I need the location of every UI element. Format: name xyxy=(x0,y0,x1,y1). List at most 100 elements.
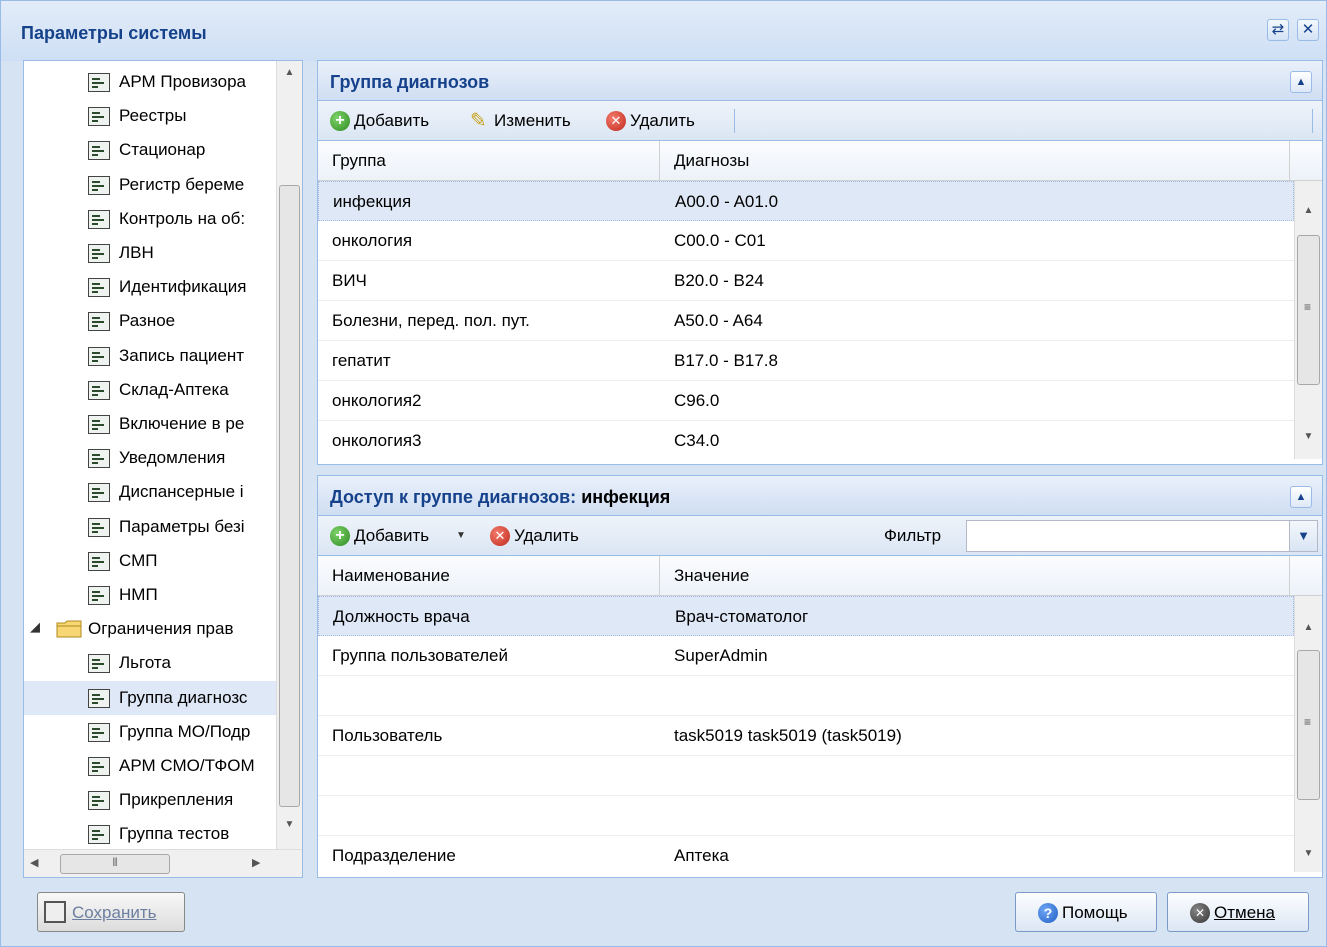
table-cell-name: Пользователь xyxy=(332,726,443,745)
tree-item[interactable]: Идентификация xyxy=(24,270,276,304)
settings-page-icon xyxy=(88,278,110,298)
table-row[interactable]: Болезни, перед. пол. пут. A50.0 - A64 xyxy=(318,301,1294,341)
table-row[interactable] xyxy=(318,676,1294,716)
settings-page-icon xyxy=(88,825,110,845)
delete-group-button[interactable]: ✕ Удалить xyxy=(606,109,726,133)
table-row[interactable]: Пользователь task5019 task5019 (task5019) xyxy=(318,716,1294,756)
access-grid-scrollbar[interactable]: ▲ ≡ ▼ xyxy=(1294,596,1322,872)
filter-combo[interactable]: ▼ xyxy=(966,520,1318,552)
tree-item-label: Регистр береме xyxy=(119,174,245,194)
tree-horizontal-scrollbar[interactable]: ◀ ⦀ ▶ xyxy=(24,849,302,877)
scroll-right-icon[interactable]: ▶ xyxy=(252,856,260,869)
tree-item-label: Группа МО/Подр xyxy=(119,721,251,741)
scroll-left-icon[interactable]: ◀ xyxy=(30,856,38,869)
refresh-icon[interactable]: ⇄ xyxy=(1267,19,1289,41)
tree-item[interactable]: Стационар xyxy=(24,133,276,167)
table-row[interactable]: гепатит B17.0 - B17.8 xyxy=(318,341,1294,381)
tree-item-label: Разное xyxy=(119,311,176,331)
table-row[interactable]: ВИЧ B20.0 - B24 xyxy=(318,261,1294,301)
cancel-button[interactable]: ✕ Отмена xyxy=(1167,892,1309,932)
diagnosis-group-panel-header: Группа диагнозов ▲ xyxy=(318,61,1322,101)
table-cell-name xyxy=(318,756,660,796)
cancel-icon: ✕ xyxy=(1190,903,1210,923)
settings-page-icon xyxy=(88,517,110,537)
tree-scroll-thumb[interactable] xyxy=(279,185,300,807)
add-access-button[interactable]: + Добавить ▼ xyxy=(330,524,472,548)
diagnosis-grid-scrollbar[interactable]: ▲ ≡ ▼ xyxy=(1294,181,1322,459)
access-grid-scroll-thumb[interactable]: ≡ xyxy=(1297,650,1320,800)
delete-icon: ✕ xyxy=(606,111,626,131)
table-row[interactable]: онкология3 C34.0 xyxy=(318,421,1294,459)
settings-page-icon xyxy=(88,757,110,776)
tree-vertical-scrollbar[interactable]: ▲ ▼ xyxy=(276,61,302,849)
table-cell-group: гепатит xyxy=(332,351,391,370)
tree-item[interactable]: Прикрепления xyxy=(24,783,276,817)
table-cell-name: Должность врача xyxy=(333,607,470,626)
table-row[interactable]: Группа пользователей SuperAdmin xyxy=(318,636,1294,676)
chevron-down-icon: ▼ xyxy=(456,530,466,541)
table-row[interactable]: Должность врача Врач-стоматолог xyxy=(318,596,1294,636)
tree-item[interactable]: Группа диагнозс xyxy=(24,680,276,715)
tree-item[interactable]: Разное xyxy=(24,304,276,338)
scroll-up-icon[interactable]: ▲ xyxy=(1295,205,1322,216)
scroll-down-icon[interactable]: ▼ xyxy=(1295,431,1322,442)
table-row[interactable]: онкология2 C96.0 xyxy=(318,381,1294,421)
tree-item-label: Льгота xyxy=(119,653,171,673)
tree-item[interactable]: Запись пациент xyxy=(24,339,276,373)
column-header-name[interactable]: Наименование xyxy=(318,556,660,596)
tree-item[interactable]: НМП xyxy=(24,578,276,612)
delete-group-label: Удалить xyxy=(630,111,695,130)
expand-arrow-icon[interactable]: ◢ xyxy=(30,619,40,635)
settings-page-icon xyxy=(88,244,110,263)
delete-access-button[interactable]: ✕ Удалить xyxy=(490,524,610,548)
tree-item[interactable]: Включение в ре xyxy=(24,407,276,441)
chevron-down-icon[interactable]: ▼ xyxy=(1289,521,1317,551)
close-icon[interactable]: ✕ xyxy=(1297,19,1319,41)
scroll-down-icon[interactable]: ▼ xyxy=(277,819,302,830)
tree-item[interactable]: Диспансерные і xyxy=(24,475,276,509)
tree-item[interactable]: Параметры безі xyxy=(24,510,276,544)
pencil-icon: ✎ xyxy=(470,110,487,132)
tree-item[interactable]: Контроль на об: xyxy=(24,202,276,236)
table-row[interactable]: инфекция A00.0 - A01.0 xyxy=(318,181,1294,221)
column-header-diagnoses[interactable]: Диагнозы xyxy=(660,141,1290,181)
settings-page-icon xyxy=(88,346,110,366)
tree-item[interactable]: Уведомления xyxy=(24,441,276,475)
table-row[interactable] xyxy=(318,756,1294,796)
table-row[interactable]: Подразделение Аптека xyxy=(318,836,1294,872)
table-row[interactable] xyxy=(318,796,1294,836)
collapse-icon[interactable]: ▲ xyxy=(1290,486,1312,508)
add-group-button[interactable]: + Добавить xyxy=(330,109,460,133)
tree-hscroll-thumb[interactable]: ⦀ xyxy=(60,854,170,874)
filter-input[interactable] xyxy=(967,521,1289,551)
tree-item[interactable]: СМП xyxy=(24,544,276,578)
tree-item[interactable]: Группа МО/Подр xyxy=(24,715,276,749)
table-cell-value: Аптека xyxy=(674,846,729,865)
scroll-up-icon[interactable]: ▲ xyxy=(1295,622,1322,633)
diagnosis-grid-scroll-thumb[interactable]: ≡ xyxy=(1297,235,1320,385)
delete-icon: ✕ xyxy=(490,526,510,546)
tree-item-label: Уведомления xyxy=(119,448,226,468)
add-access-label: Добавить xyxy=(354,526,430,545)
table-cell-group: инфекция xyxy=(333,192,412,211)
scroll-up-icon[interactable]: ▲ xyxy=(277,67,302,78)
column-header-value[interactable]: Значение xyxy=(660,556,1290,596)
tree-item[interactable]: Группа тестов xyxy=(24,817,276,849)
tree-item-label: Параметры безі xyxy=(119,516,245,536)
save-button[interactable]: Сохранить xyxy=(37,892,185,932)
tree-item[interactable]: Льгота xyxy=(24,646,276,680)
access-panel-title: Доступ к группе диагнозов: инфекция xyxy=(330,487,670,508)
tree-item[interactable]: Склад-Аптека xyxy=(24,373,276,407)
tree-folder[interactable]: ◢ Ограничения прав xyxy=(24,612,276,646)
tree-item[interactable]: ЛВН xyxy=(24,236,276,270)
tree-item[interactable]: Регистр береме xyxy=(24,168,276,202)
scroll-down-icon[interactable]: ▼ xyxy=(1295,848,1322,859)
column-header-group[interactable]: Группа xyxy=(318,141,660,181)
help-button[interactable]: ? Помощь xyxy=(1015,892,1157,932)
tree-item[interactable]: АРМ СМО/ТФОМ xyxy=(24,749,276,783)
edit-group-button[interactable]: ✎ Изменить xyxy=(470,109,596,133)
tree-item[interactable]: АРМ Провизора xyxy=(24,65,276,99)
collapse-icon[interactable]: ▲ xyxy=(1290,71,1312,93)
table-row[interactable]: онкология C00.0 - C01 xyxy=(318,221,1294,261)
tree-item[interactable]: Реестры xyxy=(24,99,276,133)
